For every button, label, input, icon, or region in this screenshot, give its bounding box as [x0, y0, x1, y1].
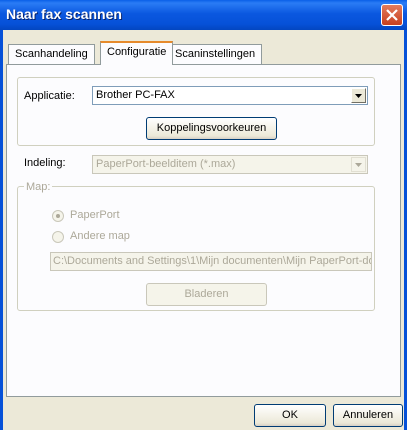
koppelingsvoorkeuren-button[interactable]: Koppelingsvoorkeuren	[146, 117, 277, 140]
tab-label: Scaninstellingen	[175, 48, 256, 60]
indeling-value: PaperPort-beelditem (*.max)	[96, 158, 236, 170]
close-button[interactable]	[381, 4, 403, 26]
close-icon	[386, 9, 398, 21]
map-label: Map:	[24, 181, 53, 193]
tab-label: Configuratie	[107, 46, 167, 58]
tab-label: Scanhandeling	[15, 48, 88, 60]
title-bar: Naar fax scannen	[0, 0, 407, 30]
tab-configuratie[interactable]: Configuratie	[100, 41, 174, 65]
indeling-select[interactable]: PaperPort-beelditem (*.max)	[92, 155, 368, 174]
chevron-down-icon	[355, 163, 362, 167]
ok-button[interactable]: OK	[254, 404, 326, 427]
radio-andere-map-label: Andere map	[70, 230, 130, 242]
cancel-button[interactable]: Annuleren	[333, 404, 403, 427]
tab-scaninstellingen[interactable]: Scaninstellingen	[168, 44, 263, 64]
indeling-label: Indeling:	[24, 157, 66, 169]
chevron-down-icon	[355, 94, 362, 98]
applicatie-select[interactable]: Brother PC-FAX	[92, 86, 368, 105]
dropdown-arrow[interactable]	[351, 88, 366, 103]
radio-andere-map[interactable]	[52, 231, 64, 243]
window-title: Naar fax scannen	[6, 6, 122, 22]
folder-path-field[interactable]: C:\Documents and Settings\1\Mijn documen…	[50, 252, 372, 271]
window-border-left	[0, 30, 3, 430]
radio-dot	[56, 214, 60, 218]
tab-scanhandeling[interactable]: Scanhandeling	[8, 44, 95, 64]
applicatie-label: Applicatie:	[24, 90, 75, 102]
applicatie-value: Brother PC-FAX	[96, 89, 175, 101]
radio-paperport[interactable]	[52, 210, 64, 222]
dropdown-arrow[interactable]	[351, 157, 366, 172]
bladeren-button[interactable]: Bladeren	[146, 283, 267, 306]
radio-paperport-label: PaperPort	[70, 209, 120, 221]
folder-path-value: C:\Documents and Settings\1\Mijn documen…	[53, 255, 372, 267]
